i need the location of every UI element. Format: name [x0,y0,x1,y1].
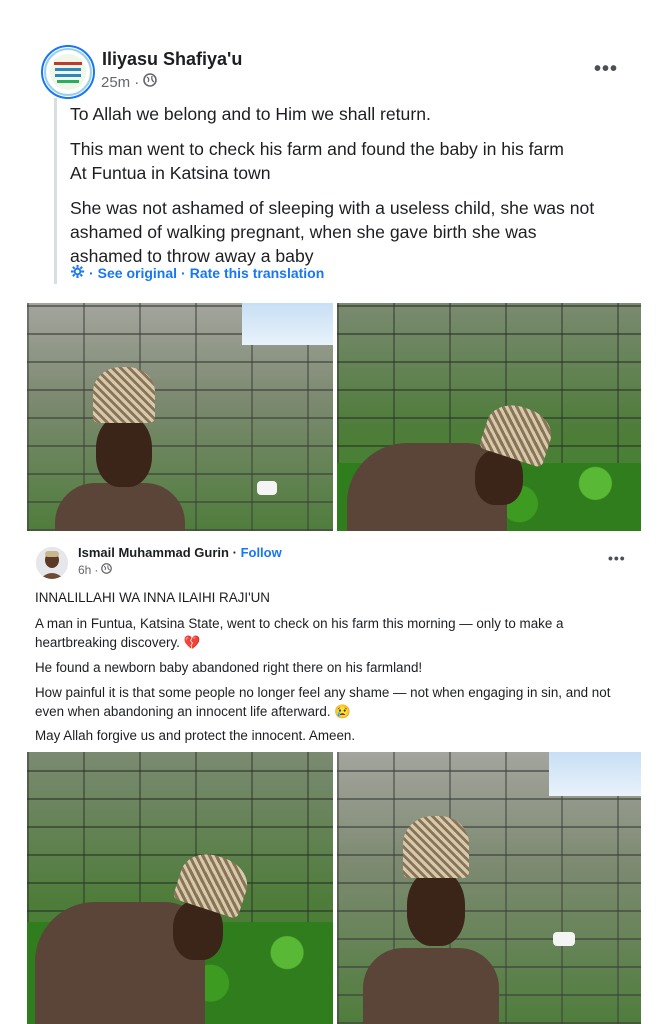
post-text-line: heartbreaking discovery. 💔 [35,635,201,650]
see-original-link[interactable]: See original [98,265,177,281]
more-options-icon[interactable]: ••• [594,58,618,81]
post-text-line: A man in Funtua, Katsina State, went to … [35,616,564,631]
translation-bar: · See original · Rate this translation [70,264,324,282]
quote-divider [54,98,57,284]
post-text-line: He found a newborn baby abandoned right … [35,660,423,675]
post-text-line: She was not ashamed of sleeping with a u… [70,198,595,218]
separator: · [94,563,99,577]
post-photo[interactable] [27,752,333,1024]
post-photo[interactable] [27,303,333,531]
post-meta: 6h · [78,563,113,577]
post-text-line: How painful it is that some people no lo… [35,685,611,700]
post-text-line: At Funtua in Katsina town [70,163,271,183]
post-text-line: This man went to check his farm and foun… [70,139,564,159]
post-timestamp[interactable]: 25m [101,74,130,91]
globe-icon [143,73,157,91]
globe-icon [101,563,113,577]
post-text-line: even when abandoning an innocent life af… [35,704,351,719]
post-text-line: ashamed of walking pregnant, when she ga… [70,222,537,242]
rate-translation-link[interactable]: Rate this translation [190,265,325,281]
post-photo[interactable] [337,303,641,531]
post-text-line: INNALILLAHI WA INNA ILAIHI RAJI'UN [35,590,270,605]
post-text-line: To Allah we belong and to Him we shall r… [70,104,431,124]
post-text-line: May Allah forgive us and protect the inn… [35,728,356,743]
gear-icon [70,264,85,282]
post-timestamp[interactable]: 6h [78,563,91,577]
post-photo[interactable] [337,752,641,1024]
post-meta: 25m · [101,73,157,91]
more-options-icon[interactable]: ••• [608,550,626,566]
follow-button[interactable]: Follow [241,545,282,560]
avatar[interactable] [36,547,68,579]
separator: · [134,73,140,91]
post-author: Ismail Muhammad Gurin · Follow [78,545,282,560]
avatar[interactable] [41,45,95,99]
post-author[interactable]: Iliyasu Shafiya'u [102,49,242,70]
author-name[interactable]: Ismail Muhammad Gurin [78,545,229,560]
